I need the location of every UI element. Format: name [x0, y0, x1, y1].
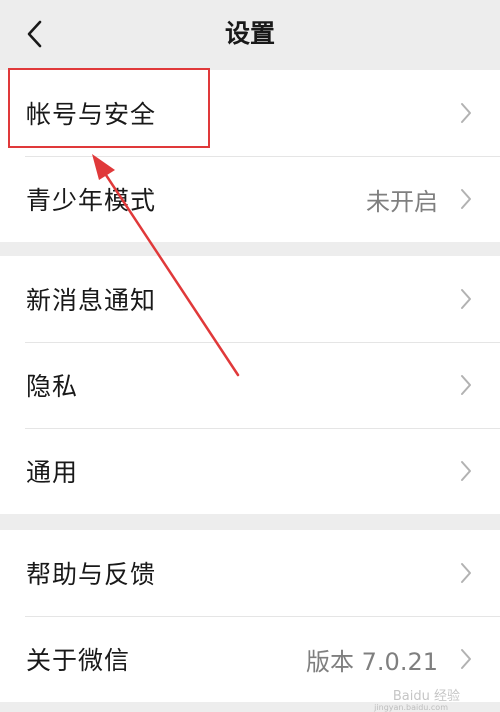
settings-item-account-security[interactable]: 帐号与安全 — [0, 70, 500, 156]
settings-item-value: 版本 7.0.21 — [306, 647, 438, 676]
settings-group-about: 帮助与反馈 关于微信 版本 7.0.21 — [0, 530, 500, 702]
chevron-right-icon — [461, 289, 471, 309]
settings-group-account: 帐号与安全 青少年模式 未开启 — [0, 70, 500, 242]
watermark-logo: Baidu 经验 — [392, 689, 460, 704]
navigation-bar: 设置 — [0, 0, 500, 70]
settings-item-help-feedback[interactable]: 帮助与反馈 — [0, 530, 500, 616]
settings-item-label: 帐号与安全 — [26, 100, 157, 129]
chevron-right-icon — [461, 103, 471, 123]
settings-item-label: 隐私 — [26, 372, 79, 401]
settings-item-label: 关于微信 — [26, 646, 131, 675]
settings-item-value: 未开启 — [366, 187, 438, 216]
chevron-right-icon — [461, 189, 471, 209]
settings-group-general: 新消息通知 隐私 通用 — [0, 256, 500, 514]
settings-item-privacy[interactable]: 隐私 — [0, 342, 500, 428]
chevron-right-icon — [461, 563, 471, 583]
settings-item-general[interactable]: 通用 — [0, 428, 500, 514]
chevron-right-icon — [461, 461, 471, 481]
settings-item-teen-mode[interactable]: 青少年模式 未开启 — [0, 156, 500, 242]
chevron-right-icon — [461, 375, 471, 395]
page-title: 设置 — [224, 19, 275, 48]
settings-item-label: 通用 — [26, 458, 79, 487]
settings-item-notifications[interactable]: 新消息通知 — [0, 256, 500, 342]
chevron-right-icon — [461, 649, 471, 669]
watermark-url: jingyan.baidu.com — [374, 703, 448, 712]
settings-item-label: 帮助与反馈 — [26, 560, 157, 589]
settings-item-label: 青少年模式 — [26, 186, 157, 215]
settings-item-label: 新消息通知 — [26, 286, 157, 315]
